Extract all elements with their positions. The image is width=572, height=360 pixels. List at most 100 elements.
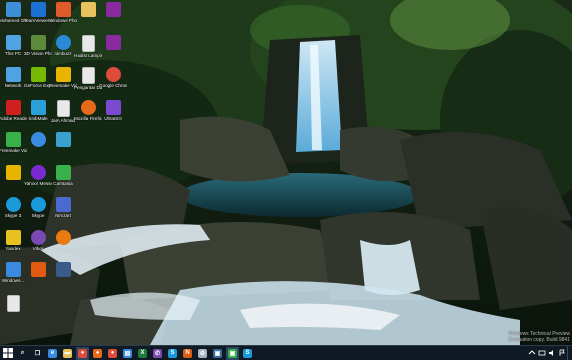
desktop-icon-label: Camtasia xyxy=(53,180,73,186)
desktop-icon-label: Mohamed Ghoneim xyxy=(0,18,27,23)
desktop-icon[interactable]: Google Chrome xyxy=(99,66,127,98)
desktop-icon[interactable] xyxy=(0,164,26,196)
chrome-icon: ● xyxy=(78,348,87,358)
taskbar-button[interactable]: N xyxy=(181,347,194,360)
desktop-icon[interactable]: TeamViewer 10 xyxy=(24,1,52,33)
document-icon xyxy=(81,67,95,84)
app-icon: ▣ xyxy=(228,348,237,358)
taskbar: ⌕ ❐ e ▬ ● ● ● ▤ X ✆ S N ⚙ ▣ ▣ S xyxy=(0,345,572,360)
desktop-icon[interactable] xyxy=(50,229,76,261)
desktop-icon[interactable]: Skype 3 xyxy=(0,196,26,228)
show-desktop-button[interactable] xyxy=(567,346,572,360)
desktop-icon-label: Freemake Video Co... xyxy=(49,83,77,88)
taskbar-button[interactable]: ▣ xyxy=(226,346,239,360)
flag-icon[interactable] xyxy=(558,349,566,357)
desktop-icon-label: TeamViewer 10 xyxy=(24,18,52,23)
desktop-icon-label: Adobe Reader XI xyxy=(0,115,27,121)
task-view-icon: ❐ xyxy=(34,350,41,357)
computer-icon xyxy=(5,34,21,50)
taskbar-button[interactable]: ▬ xyxy=(61,347,74,360)
taskbar-button[interactable]: ● xyxy=(91,347,104,360)
user-folder-icon xyxy=(5,2,21,17)
desktop-icon[interactable] xyxy=(25,131,51,163)
desktop-icon[interactable] xyxy=(100,34,126,66)
desktop-icon[interactable]: This PC xyxy=(0,34,26,66)
desktop-icon[interactable]: Camtasia xyxy=(50,164,76,196)
taskbar-button[interactable]: ● xyxy=(76,346,89,360)
start-button[interactable] xyxy=(0,346,15,360)
desktop-icon[interactable]: Adobe Reader XI xyxy=(0,99,27,131)
winrar-icon xyxy=(105,34,121,50)
folder-icon xyxy=(80,2,96,17)
desktop-icon[interactable]: Hadist Lampiran xyxy=(74,34,102,66)
desktop-icon[interactable] xyxy=(25,261,51,293)
app-icon xyxy=(55,197,71,212)
taskbar-button[interactable]: ⌕ xyxy=(16,347,29,360)
taskbar-button[interactable]: ▣ xyxy=(211,347,224,360)
desktop-icon-label: Windows... xyxy=(1,278,25,283)
desktop-icon[interactable]: UltraISO xyxy=(100,99,126,131)
desktop-icon[interactable]: Yahoo! Messenger xyxy=(24,164,52,196)
volume-icon[interactable] xyxy=(548,349,556,357)
yandex-icon xyxy=(5,229,21,245)
freemake-icon xyxy=(5,132,21,147)
taskbar-button[interactable]: ✆ xyxy=(151,347,164,360)
desktop-icon[interactable]: Skype xyxy=(25,196,51,228)
app-icon xyxy=(5,262,21,277)
desktop-icon[interactable]: Pengantar Dakwa xyxy=(74,66,102,98)
desktop-icon-label: Windows Photo Viewer xyxy=(49,18,77,23)
desktop-icon-label: UltraISO xyxy=(104,115,122,121)
desktop-icon-label: Mozilla Firefox xyxy=(74,115,102,121)
adobe-reader-icon xyxy=(5,99,21,115)
yahoo-messenger-icon xyxy=(30,164,46,180)
ie-icon xyxy=(30,132,46,147)
store-icon: ▤ xyxy=(123,348,132,358)
skype-icon: S xyxy=(243,348,252,358)
app-icon xyxy=(30,99,46,115)
desktop-icon[interactable] xyxy=(50,261,76,293)
desktop-icon-label: Google Chrome xyxy=(99,83,127,88)
desktop-icon[interactable]: GeForce Experience xyxy=(24,66,52,98)
desktop-icon[interactable]: 3D Vision Photo Viewer xyxy=(24,34,52,66)
nimbuzz-icon xyxy=(55,34,71,50)
windows-watermark: Windows Technical Preview Evaluation cop… xyxy=(508,331,570,343)
desktop-icon[interactable] xyxy=(100,1,126,33)
taskbar-button[interactable]: S xyxy=(241,347,254,360)
desktop-icon[interactable]: Nimzart xyxy=(50,196,76,228)
desktop-icon[interactable]: Jam Ahmad xyxy=(50,99,76,131)
taskbar-button[interactable]: e xyxy=(46,347,59,360)
desktop-icon[interactable]: nimbuzz xyxy=(50,34,76,66)
freemake-icon xyxy=(55,67,71,82)
app-icon xyxy=(55,262,71,277)
taskbar-button[interactable]: ❐ xyxy=(31,347,44,360)
app-icon: ▣ xyxy=(213,348,222,358)
geforce-icon xyxy=(30,67,46,82)
desktop-icon[interactable] xyxy=(50,131,76,163)
taskbar-button[interactable]: S xyxy=(166,347,179,360)
desktop-icon[interactable]: Windows Photo Viewer xyxy=(49,1,77,33)
desktop-icon[interactable]: SnibMale xyxy=(25,99,51,131)
search-icon: ⌕ xyxy=(20,349,25,356)
taskbar-button[interactable]: ▤ xyxy=(121,347,134,360)
desktop-icon[interactable]: Network xyxy=(0,66,26,98)
desktop-icon[interactable]: Viber xyxy=(25,229,51,261)
firefox-icon xyxy=(80,99,96,115)
desktop-icon-label: Network xyxy=(4,83,22,88)
photo-viewer-icon xyxy=(55,2,71,17)
desktop-icon[interactable]: Yandex xyxy=(0,229,26,261)
desktop-icon[interactable]: Freemake Video Co... xyxy=(49,66,77,98)
desktop-icon[interactable]: Freemake Video Do... xyxy=(0,131,27,163)
taskbar-button[interactable]: X xyxy=(136,347,149,360)
taskbar-button[interactable]: ⚙ xyxy=(196,347,209,360)
desktop-icon[interactable] xyxy=(75,1,101,33)
desktop-icon-label: This PC xyxy=(4,50,22,56)
desktop-icon[interactable]: Mozilla Firefox xyxy=(74,99,102,131)
desktop-icon[interactable]: Windows... xyxy=(0,261,26,293)
desktop-icon[interactable] xyxy=(0,294,26,326)
taskbar-button[interactable]: ● xyxy=(106,347,119,360)
chrome-icon: ● xyxy=(108,348,117,358)
desktop-icon[interactable]: Mohamed Ghoneim xyxy=(0,1,27,33)
network-icon[interactable] xyxy=(538,349,546,357)
chevron-up-icon[interactable] xyxy=(528,349,536,357)
settings-icon: ⚙ xyxy=(198,348,207,358)
